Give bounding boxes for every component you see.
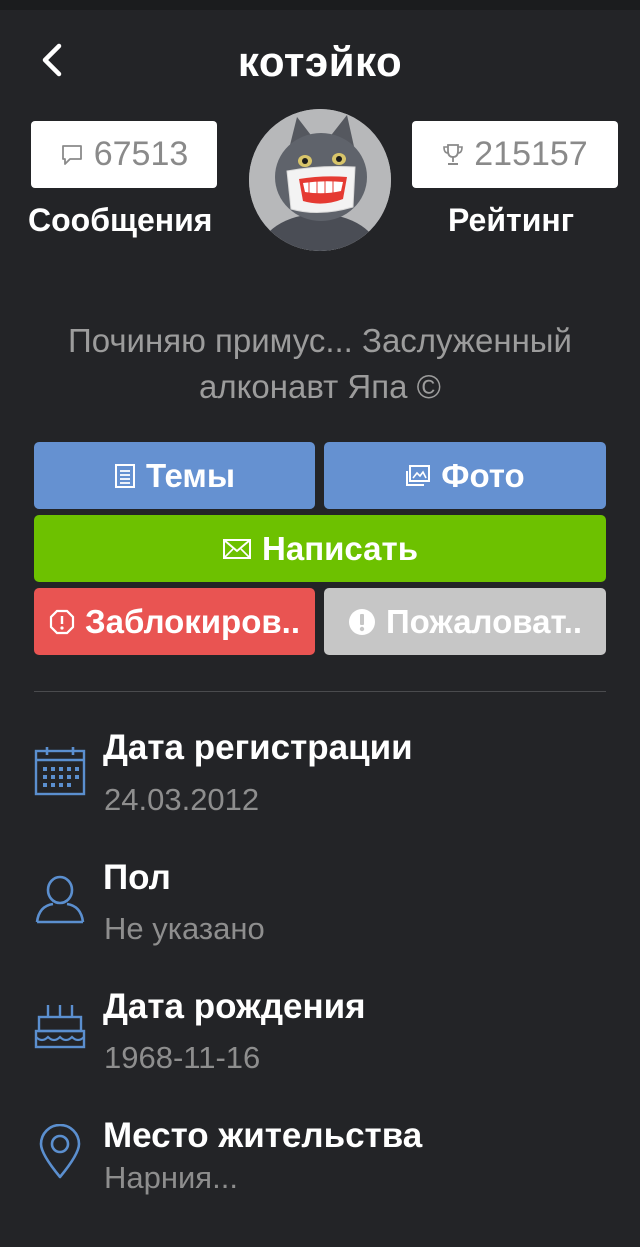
registration-date-value: 24.03.2012: [104, 782, 260, 817]
trophy-icon: [443, 143, 464, 165]
write-message-label: Написать: [262, 529, 418, 567]
speech-bubble-icon: [61, 144, 82, 165]
page-title: котэйко: [237, 38, 403, 85]
gender-title: Пол: [103, 858, 171, 897]
block-user-button[interactable]: Заблокиров..: [34, 588, 315, 655]
birthday-cake-icon: [33, 1003, 87, 1056]
avatar-image: [249, 109, 391, 251]
residence-title: Место жительства: [103, 1116, 423, 1155]
messages-count-box[interactable]: 67513: [31, 121, 217, 188]
topics-button-label: Темы: [145, 456, 236, 494]
rating-label: Рейтинг: [448, 202, 575, 238]
user-icon: [33, 874, 87, 931]
report-user-label: Пожаловат..: [385, 602, 583, 640]
messages-label: Сообщения: [28, 202, 213, 238]
gender-value: Не указано: [104, 911, 265, 946]
messages-count: 67513: [93, 135, 189, 173]
avatar[interactable]: [249, 109, 391, 251]
status-bar: [0, 0, 640, 10]
section-divider: [34, 691, 606, 692]
birth-date-value: 1968-11-16: [104, 1040, 261, 1075]
rating-count: 215157: [474, 135, 588, 173]
registration-date-title: Дата регистрации: [103, 728, 413, 767]
calendar-icon: [33, 745, 87, 802]
photo-button[interactable]: Фото: [324, 442, 606, 509]
write-message-button[interactable]: Написать: [34, 515, 606, 582]
image-icon: [406, 464, 431, 486]
envelope-icon: [223, 538, 252, 559]
report-user-button[interactable]: Пожаловат..: [324, 588, 606, 655]
rating-count-box[interactable]: 215157: [412, 121, 618, 188]
residence-value: Нарния...: [104, 1160, 238, 1195]
block-user-label: Заблокиров..: [84, 602, 300, 640]
birth-date-title: Дата рождения: [103, 987, 366, 1026]
document-icon: [114, 463, 135, 488]
octagon-alert-icon: [49, 609, 75, 634]
location-pin-icon: [38, 1123, 82, 1185]
profile-bio: Починяю примус... Заслуженный алконавт Я…: [68, 322, 572, 405]
photo-button-label: Фото: [441, 456, 525, 494]
topics-button[interactable]: Темы: [34, 442, 315, 509]
exclamation-circle-icon: [348, 608, 375, 635]
